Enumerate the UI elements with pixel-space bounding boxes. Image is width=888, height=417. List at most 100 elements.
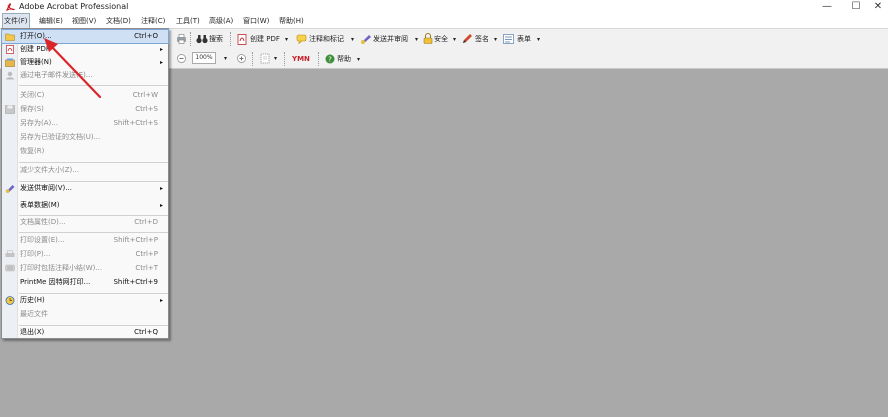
menu-item-label: 关闭(C) (20, 91, 45, 99)
menu-item-label: 最近文件 (20, 310, 48, 318)
menu-item-shortcut: Shift+Ctrl+S (113, 119, 158, 127)
toolbar-separator (190, 32, 191, 46)
menu-item-email[interactable]: 通过电子邮件发送(E)... (2, 69, 168, 82)
menu-item-shortcut: Ctrl+T (135, 264, 158, 272)
menu-item-printme[interactable]: PrintMe 因特网打印... Shift+Ctrl+9 (2, 276, 168, 289)
help-button[interactable]: 帮助 (337, 52, 351, 67)
open-folder-icon (5, 33, 15, 41)
submenu-arrow-icon: ▸ (159, 297, 163, 304)
secure-dropdown[interactable]: ▾ (453, 32, 456, 47)
menu-file[interactable]: 文件(F) (2, 13, 30, 29)
menu-item-print-comments-summary[interactable]: 打印时包括注释小结(W)... Ctrl+T (2, 262, 168, 275)
send-review-icon (5, 185, 15, 193)
menu-item-reduce-size[interactable]: 减少文件大小(Z)... (2, 164, 168, 177)
comments-summary-icon (5, 264, 15, 272)
menu-edit[interactable]: 编辑(E) (38, 14, 64, 28)
menu-item-exit[interactable]: 退出(X) Ctrl+Q (2, 326, 168, 339)
menu-item-shortcut: Ctrl+W (132, 91, 158, 99)
menu-item-print[interactable]: 打印(P)... Ctrl+P (2, 248, 168, 261)
menu-view[interactable]: 视图(V) (71, 14, 97, 28)
sign-button[interactable]: 签名 (475, 32, 489, 47)
help-dropdown[interactable]: ▾ (357, 52, 360, 67)
create-pdf-button[interactable]: 创建 PDF (250, 32, 280, 47)
menu-item-organizer[interactable]: 管理器(N) ▸ (2, 56, 168, 69)
menu-item-label: 退出(X) (20, 328, 45, 336)
create-pdf-icon (237, 34, 247, 45)
menu-item-shortcut: Ctrl+P (135, 250, 158, 258)
zoom-out-icon[interactable] (177, 54, 186, 63)
menu-item-create-pdf[interactable]: 创建 PDF ▸ (2, 43, 168, 56)
menu-item-recent-files[interactable]: 最近文件 (2, 308, 168, 321)
menu-item-label: 恢复(R) (20, 147, 45, 155)
menu-advanced[interactable]: 高级(A) (208, 14, 234, 28)
menu-item-shortcut: Shift+Ctrl+P (113, 236, 158, 244)
help-icon: ? (325, 54, 335, 64)
email-icon (6, 71, 14, 80)
acrobat-logo-icon (6, 3, 15, 11)
menu-item-open[interactable]: 打开(O)... Ctrl+O (1, 29, 169, 44)
toolbar-separator (252, 52, 253, 66)
menu-separator (19, 232, 168, 233)
page-layout-dropdown[interactable]: ▾ (274, 51, 277, 66)
toolbar-separator (230, 32, 231, 46)
menu-tools[interactable]: 工具(T) (175, 14, 201, 28)
minimize-button[interactable]: — (813, 0, 841, 14)
menu-item-shortcut: Ctrl+Q (134, 328, 158, 336)
menu-separator (19, 162, 168, 163)
menu-item-close[interactable]: 关闭(C) Ctrl+W (2, 89, 168, 102)
menu-item-label: PrintMe 因特网打印... (20, 278, 91, 286)
menu-item-save[interactable]: 保存(S) Ctrl+S (2, 103, 168, 116)
zoom-level-input[interactable]: 100% (192, 52, 216, 64)
menu-item-history[interactable]: 历史(H) ▸ (2, 294, 168, 307)
page-layout-icon[interactable] (260, 53, 272, 64)
menu-item-label: 表单数据(M) (20, 201, 60, 209)
menu-item-label: 通过电子邮件发送(E)... (20, 71, 93, 79)
submenu-arrow-icon: ▸ (159, 185, 163, 192)
menu-item-print-setup[interactable]: 打印设置(E)... Shift+Ctrl+P (2, 234, 168, 247)
ymn-button[interactable]: YMN (292, 52, 310, 67)
comment-markup-dropdown[interactable]: ▾ (351, 32, 354, 47)
menu-item-properties[interactable]: 文档属性(D)... Ctrl+D (2, 216, 168, 229)
binoculars-icon (196, 35, 208, 44)
send-review-dropdown[interactable]: ▾ (415, 32, 418, 47)
menu-item-label: 创建 PDF (20, 45, 50, 53)
menu-comments[interactable]: 注释(C) (140, 14, 166, 28)
window-title: Adobe Acrobat Professional (19, 2, 129, 11)
menu-item-label: 文档属性(D)... (20, 218, 66, 226)
submenu-arrow-icon: ▸ (159, 202, 163, 209)
send-review-button[interactable]: 发送并审阅 (373, 32, 408, 47)
zoom-dropdown[interactable]: ▾ (224, 51, 227, 66)
secure-button[interactable]: 安全 (434, 32, 448, 47)
forms-dropdown[interactable]: ▾ (537, 32, 540, 47)
menu-separator (19, 85, 168, 86)
toolbar-separator (284, 52, 285, 66)
forms-button[interactable]: 表单 (517, 32, 531, 47)
menu-item-label: 打印时包括注释小结(W)... (20, 264, 103, 272)
menu-item-form-data[interactable]: 表单数据(M) ▸ (2, 199, 168, 212)
menu-document[interactable]: 文档(D) (105, 14, 132, 28)
pen-sign-icon (463, 34, 472, 43)
menu-help[interactable]: 帮助(H) (278, 14, 305, 28)
menu-item-shortcut: Shift+Ctrl+9 (113, 278, 158, 286)
print-icon (5, 250, 15, 257)
search-button[interactable]: 搜索 (209, 32, 223, 47)
menu-item-label: 减少文件大小(Z)... (20, 166, 79, 174)
zoom-in-icon[interactable] (237, 54, 246, 63)
menu-item-shortcut: Ctrl+D (134, 218, 158, 226)
create-pdf-dropdown[interactable]: ▾ (285, 32, 288, 47)
comment-markup-button[interactable]: 注释和标记 (309, 32, 344, 47)
menu-window[interactable]: 窗口(W) (242, 14, 270, 28)
menu-item-save-as[interactable]: 另存为(A)... Shift+Ctrl+S (2, 117, 168, 130)
menu-item-label: 历史(H) (20, 296, 45, 304)
send-review-icon (361, 35, 371, 44)
close-button[interactable]: ✕ (864, 0, 888, 14)
menu-item-save-certified[interactable]: 另存为已验证的文档(U)... (2, 131, 168, 144)
menu-item-shortcut: Ctrl+O (134, 32, 158, 40)
menu-item-label: 管理器(N) (20, 58, 52, 66)
print-icon[interactable] (176, 34, 187, 44)
menu-bar: 文件(F) 编辑(E) 视图(V) 文档(D) 注释(C) 工具(T) 高级(A… (0, 13, 888, 29)
menu-item-revert[interactable]: 恢复(R) (2, 145, 168, 158)
menu-item-send-review[interactable]: 发送供审阅(V)... ▸ (2, 182, 168, 195)
menu-item-label: 另存为(A)... (20, 119, 58, 127)
sign-dropdown[interactable]: ▾ (494, 32, 497, 47)
